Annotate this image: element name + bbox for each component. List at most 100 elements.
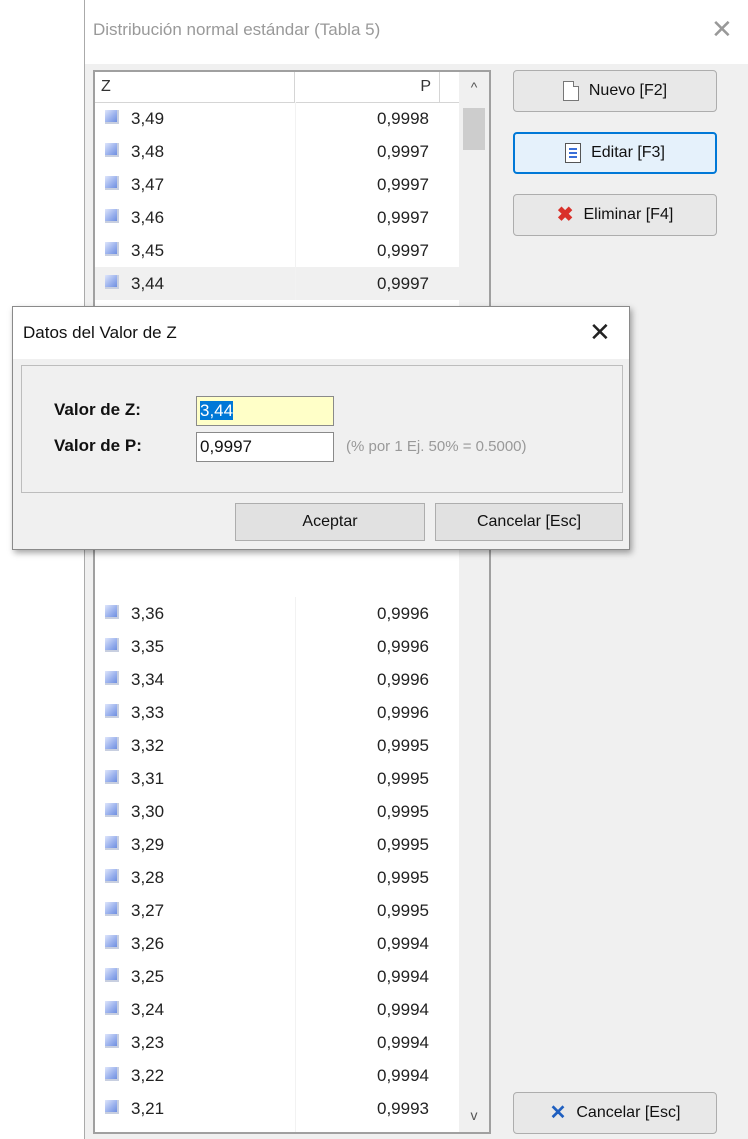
row-p-value: 0,9997 [377, 208, 429, 227]
row-z-value: 3,30 [131, 802, 165, 821]
row-column-divider [295, 1092, 296, 1125]
row-column-divider [295, 729, 296, 762]
row-column-divider [295, 630, 296, 663]
row-p-value: 0,9996 [377, 670, 429, 689]
table-row[interactable]: 3,35 0,9996 [95, 630, 459, 663]
table-row[interactable]: 3,47 0,9997 [95, 168, 459, 201]
row-item-icon [105, 242, 119, 256]
table-row[interactable]: 3,46 0,9997 [95, 201, 459, 234]
table-row[interactable]: 3,49 0,9998 [95, 102, 459, 135]
row-item-icon [105, 1034, 119, 1048]
edit-button[interactable]: Editar [F3] [513, 132, 717, 174]
table-row[interactable]: 3,36 0,9996 [95, 597, 459, 630]
row-p-value: 0,9996 [377, 703, 429, 722]
row-item-icon [105, 1001, 119, 1015]
z-value-label: Valor de Z: [54, 400, 141, 419]
z-table-listview[interactable]: Z P 3,49 0,9998 3,48 0,9997 3,47 0,9997 3,46 0,… [93, 70, 491, 1134]
column-header-p[interactable]: P [295, 72, 440, 102]
cancel-button[interactable]: ✕ Cancelar [Esc] [513, 1092, 717, 1134]
dialog-fields-group: Valor de Z: 3,44 Valor de P: 0,9997 (% p… [21, 365, 623, 493]
row-z-value: 3,25 [131, 967, 165, 986]
window-title: Distribución normal estándar (Tabla 5) [93, 20, 381, 39]
column-header-z[interactable]: Z [95, 72, 295, 102]
table-row[interactable]: 3,26 0,9994 [95, 927, 459, 960]
table-row[interactable]: 3,48 0,9997 [95, 135, 459, 168]
row-item-icon [105, 1133, 119, 1134]
cancel-button-label: Cancelar [Esc] [576, 1104, 681, 1121]
table-row[interactable]: 3,23 0,9994 [95, 1026, 459, 1059]
table-row[interactable]: 3,25 0,9994 [95, 960, 459, 993]
table-row[interactable]: 3,32 0,9995 [95, 729, 459, 762]
table-row[interactable]: 3,27 0,9995 [95, 894, 459, 927]
row-p-value: 0,9997 [377, 175, 429, 194]
scroll-down-icon[interactable]: v [459, 1100, 489, 1130]
vertical-scrollbar[interactable]: ^ v [459, 72, 489, 1132]
edit-document-icon [565, 143, 582, 163]
row-z-value: 3,33 [131, 703, 165, 722]
row-item-icon [105, 704, 119, 718]
row-column-divider [295, 135, 296, 168]
edit-button-label: Editar [F3] [591, 144, 665, 161]
table-row[interactable]: 3,31 0,9995 [95, 762, 459, 795]
row-column-divider [295, 894, 296, 927]
p-value-input[interactable]: 0,9997 [196, 432, 334, 462]
row-column-divider [295, 696, 296, 729]
table-row[interactable]: 3,45 0,9997 [95, 234, 459, 267]
row-z-value: 3,44 [131, 274, 165, 293]
row-item-icon [105, 737, 119, 751]
row-p-value: 0,9994 [377, 1033, 429, 1052]
table-row[interactable]: 3,33 0,9996 [95, 696, 459, 729]
new-document-icon [562, 81, 579, 101]
main-window: Distribución normal estándar (Tabla 5) ✕… [84, 0, 748, 1139]
row-column-divider [295, 828, 296, 861]
table-row[interactable]: 3,29 0,9995 [95, 828, 459, 861]
row-z-value: 3,27 [131, 901, 165, 920]
scroll-up-icon[interactable]: ^ [459, 72, 489, 102]
row-z-value: 3,28 [131, 868, 165, 887]
row-p-value: 0,9996 [377, 604, 429, 623]
dialog-cancel-button[interactable]: Cancelar [Esc] [435, 503, 623, 541]
row-z-value: 3,48 [131, 142, 165, 161]
table-row[interactable]: 3,22 0,9994 [95, 1059, 459, 1092]
row-item-icon [105, 1100, 119, 1114]
row-item-icon [105, 869, 119, 883]
row-column-divider [295, 1026, 296, 1059]
row-p-value: 0,9995 [377, 769, 429, 788]
row-item-icon [105, 143, 119, 157]
p-value-label: Valor de P: [54, 436, 142, 455]
table-row[interactable]: 3,20 0,9993 [95, 1125, 459, 1134]
row-item-icon [105, 770, 119, 784]
row-item-icon [105, 176, 119, 190]
row-item-icon [105, 836, 119, 850]
row-p-value: 0,9995 [377, 736, 429, 755]
row-column-divider [295, 168, 296, 201]
window-close-icon[interactable]: ✕ [711, 14, 733, 44]
row-p-value: 0,9994 [377, 934, 429, 953]
row-column-divider [295, 597, 296, 630]
row-z-value: 3,26 [131, 934, 165, 953]
row-z-value: 3,24 [131, 1000, 165, 1019]
table-row[interactable]: 3,24 0,9994 [95, 993, 459, 1026]
row-z-value: 3,32 [131, 736, 165, 755]
cancel-cross-icon: ✕ [549, 1102, 567, 1124]
row-item-icon [105, 902, 119, 916]
table-row[interactable]: 3,44 0,9997 [95, 267, 459, 300]
delete-button[interactable]: ✖ Eliminar [F4] [513, 194, 717, 236]
table-row[interactable]: 3,28 0,9995 [95, 861, 459, 894]
accept-button[interactable]: Aceptar [235, 503, 425, 541]
scroll-thumb[interactable] [463, 108, 485, 150]
row-column-divider [295, 1059, 296, 1092]
row-item-icon [105, 935, 119, 949]
table-row[interactable]: 3,21 0,9993 [95, 1092, 459, 1125]
new-button[interactable]: Nuevo [F2] [513, 70, 717, 112]
row-column-divider [295, 927, 296, 960]
table-row[interactable]: 3,34 0,9996 [95, 663, 459, 696]
z-value-input[interactable]: 3,44 [196, 396, 334, 426]
row-item-icon [105, 110, 119, 124]
dialog-close-icon[interactable]: ✕ [589, 317, 611, 347]
table-row[interactable]: 3,30 0,9995 [95, 795, 459, 828]
row-p-value: 0,9995 [377, 835, 429, 854]
row-item-icon [105, 209, 119, 223]
row-column-divider [295, 102, 296, 135]
row-item-icon [105, 803, 119, 817]
